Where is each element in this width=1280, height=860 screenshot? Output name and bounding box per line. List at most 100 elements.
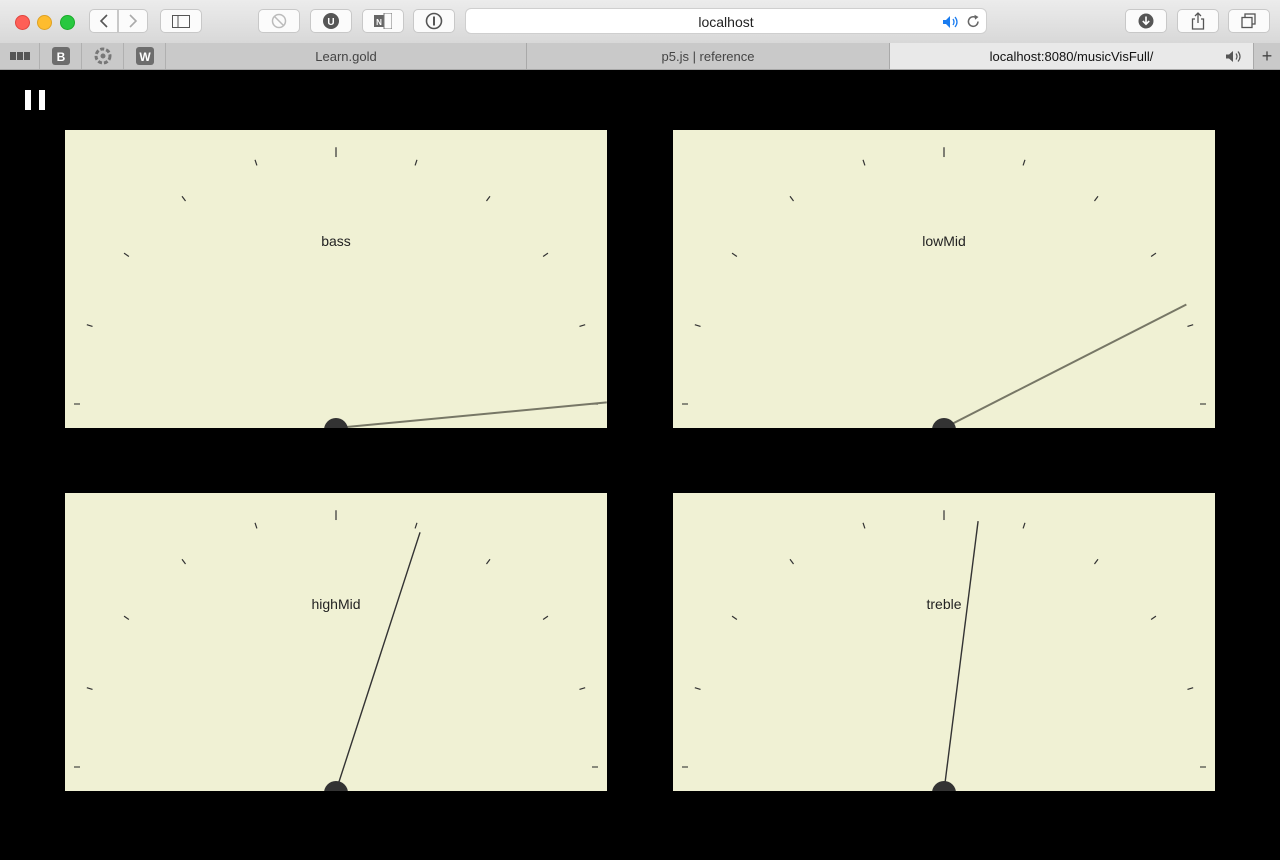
password-manager-button[interactable] (413, 9, 455, 33)
back-button[interactable] (89, 9, 118, 33)
svg-text:W: W (139, 50, 151, 64)
needle-pivot (932, 418, 956, 428)
svg-text:B: B (56, 50, 65, 64)
onenote-icon: N (374, 13, 392, 29)
scale-tick (731, 615, 738, 621)
onenote-button[interactable]: N (362, 9, 404, 33)
tab-overview-button[interactable] (1228, 9, 1270, 33)
scale-tick (694, 687, 701, 691)
block-icon (271, 13, 287, 29)
scale-tick (542, 615, 549, 621)
favorite-bbc[interactable] (0, 43, 40, 69)
speaker-icon[interactable] (1225, 50, 1243, 63)
meter-label: lowMid (922, 233, 966, 249)
extension-icon (94, 47, 111, 65)
downloads-button[interactable] (1125, 9, 1167, 33)
favorite-b[interactable]: B (40, 43, 82, 69)
meter-dial (74, 510, 598, 791)
scale-tick (789, 558, 795, 565)
scale-tick (485, 195, 491, 202)
meter-treble: treble (673, 493, 1215, 791)
scale-tick (123, 252, 130, 258)
scale-tick (1093, 195, 1099, 202)
zoom-window-button[interactable] (60, 15, 75, 30)
ublock-icon: U (323, 13, 339, 29)
scale-tick (254, 522, 258, 529)
meter-needle (943, 303, 1187, 428)
svg-text:U: U (327, 17, 334, 28)
meter-needle (335, 401, 607, 428)
scale-tick (1022, 522, 1026, 529)
meter-dial (682, 147, 1206, 428)
address-bar[interactable]: localhost (465, 8, 987, 34)
share-icon (1191, 12, 1205, 30)
ublock-button[interactable]: U (310, 9, 352, 33)
scale-tick (862, 159, 866, 166)
scale-tick (1150, 252, 1157, 258)
pause-button[interactable] (25, 90, 46, 110)
back-arrow-icon (99, 14, 108, 28)
password-icon (425, 12, 443, 30)
reload-icon[interactable] (966, 14, 981, 29)
url-text: localhost (698, 14, 754, 30)
scale-tick (123, 615, 130, 621)
pause-bar-left (25, 90, 31, 110)
scale-tick (1187, 687, 1194, 691)
tabs-icon (1241, 13, 1256, 29)
meter-highMid: highMid (65, 493, 607, 791)
scale-tick (579, 687, 586, 691)
sidebar-button[interactable] (160, 9, 202, 33)
scale-tick (579, 324, 586, 328)
forward-button[interactable] (118, 9, 148, 33)
browser-toolbar: U N localhost (0, 0, 1280, 44)
scale-tick (731, 252, 738, 258)
tab-learn-gold[interactable]: Learn.gold (166, 43, 527, 69)
scale-tick (485, 558, 491, 565)
scale-tick (414, 159, 418, 166)
tab-label: Learn.gold (315, 48, 377, 64)
sidebar-icon (172, 14, 190, 28)
meter-label: bass (321, 233, 351, 249)
tab-bar: B W Learn.gold p5.js | reference localho… (0, 43, 1280, 70)
tab-p5js-reference[interactable]: p5.js | reference (527, 43, 890, 69)
needle-pivot (324, 418, 348, 428)
content-blocker-button[interactable] (258, 9, 300, 33)
scale-tick (86, 687, 93, 691)
speaker-icon[interactable] (942, 15, 960, 29)
bold-b-icon: B (51, 47, 70, 65)
needle-pivot (932, 781, 956, 791)
scale-tick (1093, 558, 1099, 565)
scale-tick (542, 252, 549, 258)
pause-bar-right (39, 90, 45, 110)
new-tab-icon: + (1261, 45, 1273, 66)
new-tab-button[interactable]: + (1254, 43, 1280, 69)
scale-tick (414, 522, 418, 529)
meter-bass: bass (65, 130, 607, 428)
scale-tick (181, 195, 187, 202)
close-window-button[interactable] (15, 15, 30, 30)
scale-tick (181, 558, 187, 565)
page-canvas: bass lowMid highMid treble (0, 70, 1280, 860)
download-icon (1138, 13, 1154, 29)
favorite-extension[interactable] (82, 43, 124, 69)
svg-text:N: N (376, 18, 382, 27)
scale-tick (1187, 324, 1194, 328)
scale-tick (694, 324, 701, 328)
meter-lowMid: lowMid (673, 130, 1215, 428)
tab-label: localhost:8080/musicVisFull/ (989, 48, 1154, 64)
scale-tick (254, 159, 258, 166)
share-button[interactable] (1177, 9, 1219, 33)
needle-pivot (324, 781, 348, 791)
meter-dial (74, 147, 607, 428)
meter-dial (682, 510, 1206, 791)
wikipedia-w-icon: W (135, 47, 154, 65)
meter-needle (943, 521, 979, 791)
scale-tick (789, 195, 795, 202)
scale-tick (862, 522, 866, 529)
scale-tick (1022, 159, 1026, 166)
tab-localhost[interactable]: localhost:8080/musicVisFull/ (890, 43, 1254, 69)
minimize-window-button[interactable] (37, 15, 52, 30)
forward-arrow-icon (129, 14, 138, 28)
meter-label: highMid (311, 596, 361, 612)
favorite-w[interactable]: W (124, 43, 166, 69)
